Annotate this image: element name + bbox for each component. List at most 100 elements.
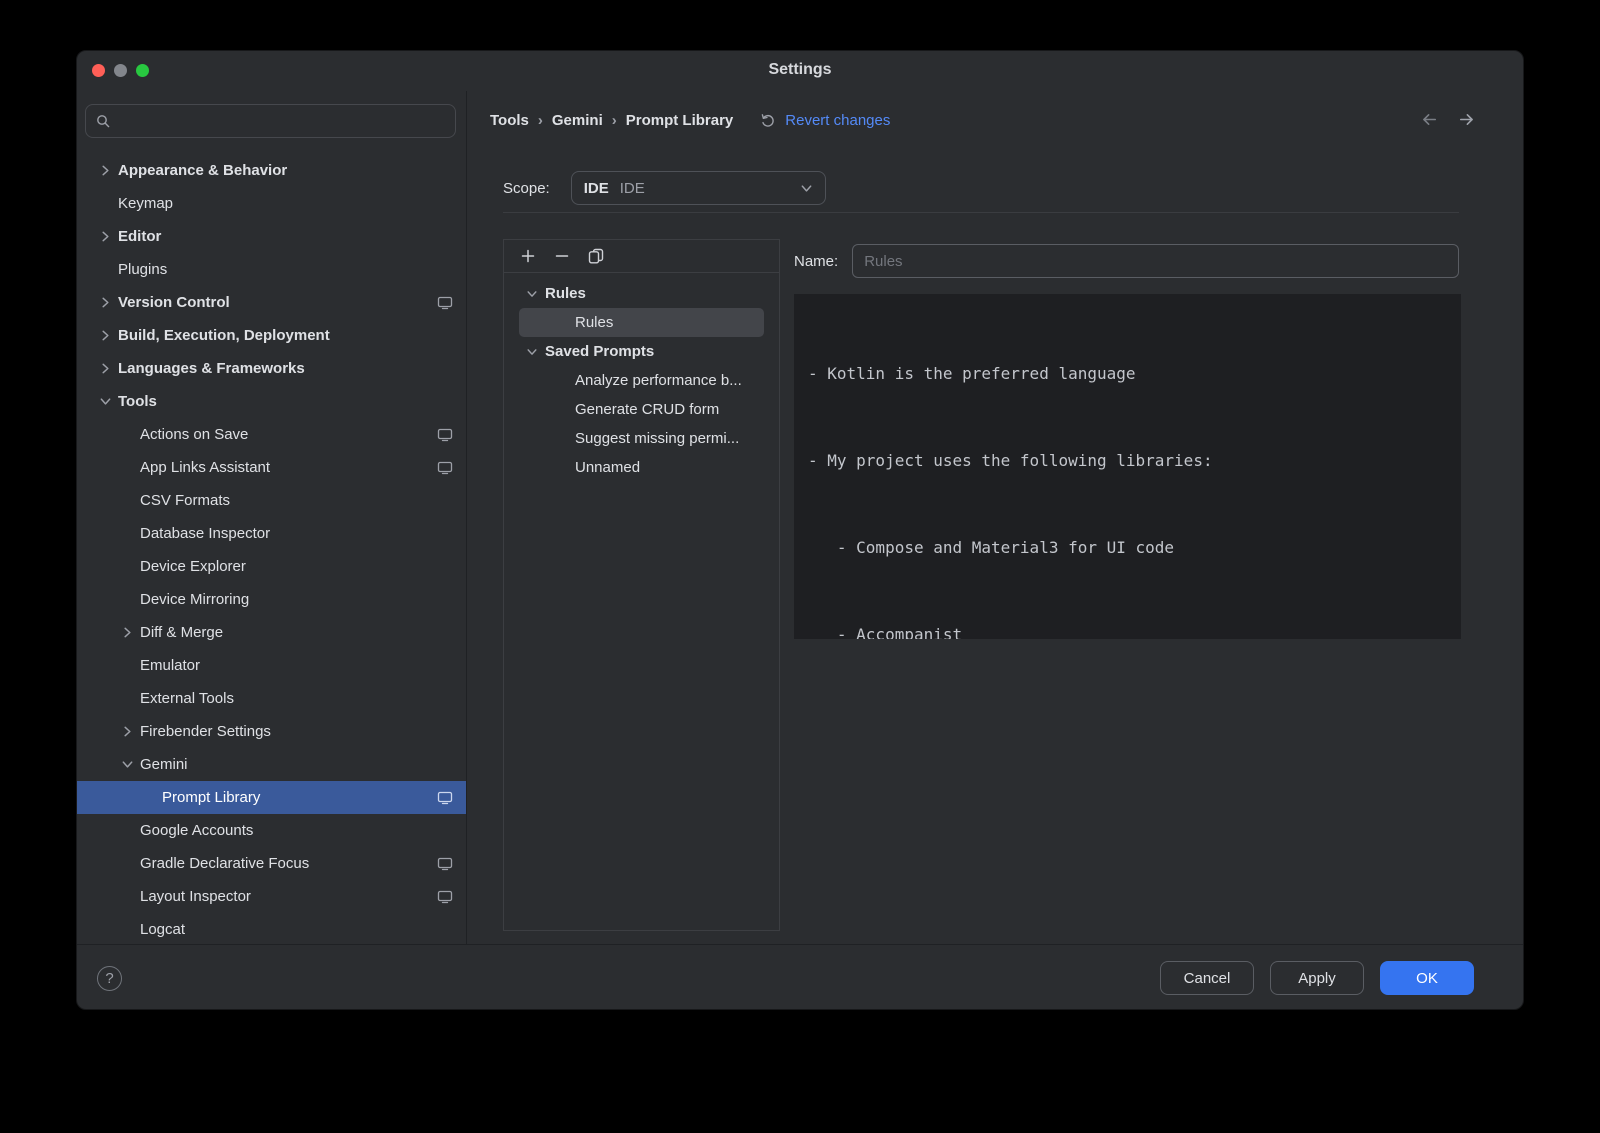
sidebar-item-label: Firebender Settings xyxy=(140,723,271,740)
chevron-right-icon[interactable] xyxy=(99,329,112,342)
duplicate-prompt-button[interactable] xyxy=(588,248,604,264)
sidebar-item-editor[interactable]: Editor xyxy=(77,220,466,253)
prompt-group-label: Saved Prompts xyxy=(545,343,654,360)
breadcrumb-tools[interactable]: Tools xyxy=(490,112,529,129)
sidebar-item-database-inspector[interactable]: Database Inspector xyxy=(77,517,466,550)
sidebar-item-label: Gradle Declarative Focus xyxy=(140,855,309,872)
window-title: Settings xyxy=(77,61,1523,79)
help-button[interactable]: ? xyxy=(97,966,122,991)
sidebar-item-app-links-assistant[interactable]: App Links Assistant xyxy=(77,451,466,484)
sidebar-item-appearance-behavior[interactable]: Appearance & Behavior xyxy=(77,154,466,187)
sidebar-item-tools[interactable]: Tools xyxy=(77,385,466,418)
apply-button[interactable]: Apply xyxy=(1270,961,1364,995)
cancel-button[interactable]: Cancel xyxy=(1160,961,1254,995)
settings-window: Settings Appearance & Behavior Keymap Ed… xyxy=(76,50,1524,1010)
chevron-down-icon[interactable] xyxy=(99,395,112,408)
prompt-text-editor[interactable]: - Kotlin is the preferred language - My … xyxy=(794,294,1461,639)
sidebar-item-label: Gemini xyxy=(140,756,188,773)
sidebar-item-label: Plugins xyxy=(118,261,167,278)
scope-value: IDE xyxy=(620,180,789,197)
sidebar-item-build-execution-deployment[interactable]: Build, Execution, Deployment xyxy=(77,319,466,352)
sidebar-item-gradle-declarative-focus[interactable]: Gradle Declarative Focus xyxy=(77,847,466,880)
breadcrumb-gemini[interactable]: Gemini xyxy=(552,112,603,129)
sidebar-item-label: Languages & Frameworks xyxy=(118,360,305,377)
sidebar-item-label: External Tools xyxy=(140,690,234,707)
breadcrumb-separator: › xyxy=(612,112,617,129)
scope-select[interactable]: IDE IDE xyxy=(571,171,826,205)
sidebar-item-keymap[interactable]: Keymap xyxy=(77,187,466,220)
back-arrow-icon[interactable] xyxy=(1421,111,1438,128)
history-navigation xyxy=(1421,111,1475,128)
breadcrumb: Tools › Gemini › Prompt Library Revert c… xyxy=(490,107,890,133)
sidebar-item-diff-merge[interactable]: Diff & Merge xyxy=(77,616,466,649)
forward-arrow-icon[interactable] xyxy=(1458,111,1475,128)
settings-main-panel: Tools › Gemini › Prompt Library Revert c… xyxy=(467,91,1523,944)
monitor-icon xyxy=(437,295,453,311)
prompt-item-label: Rules xyxy=(575,314,613,331)
sidebar-item-plugins[interactable]: Plugins xyxy=(77,253,466,286)
prompt-item-unnamed[interactable]: Unnamed xyxy=(519,453,764,482)
prompt-item-label: Unnamed xyxy=(575,459,640,476)
sidebar-item-label: Database Inspector xyxy=(140,525,270,542)
settings-search-field[interactable] xyxy=(85,104,456,138)
breadcrumb-prompt-library: Prompt Library xyxy=(626,112,734,129)
sidebar-item-logcat[interactable]: Logcat xyxy=(77,913,466,944)
sidebar-item-label: Device Mirroring xyxy=(140,591,249,608)
sidebar-item-layout-inspector[interactable]: Layout Inspector xyxy=(77,880,466,913)
revert-icon[interactable] xyxy=(760,112,776,128)
prompt-group-saved-prompts[interactable]: Saved Prompts xyxy=(519,337,764,366)
sidebar-item-google-accounts[interactable]: Google Accounts xyxy=(77,814,466,847)
sidebar-item-gemini[interactable]: Gemini xyxy=(77,748,466,781)
sidebar-item-languages-frameworks[interactable]: Languages & Frameworks xyxy=(77,352,466,385)
ok-button[interactable]: OK xyxy=(1380,961,1474,995)
search-input[interactable] xyxy=(118,113,446,130)
prompt-list-toolbar xyxy=(504,240,779,273)
sidebar-item-device-explorer[interactable]: Device Explorer xyxy=(77,550,466,583)
monitor-icon xyxy=(437,790,453,806)
sidebar-item-label: Diff & Merge xyxy=(140,624,223,641)
sidebar-item-actions-on-save[interactable]: Actions on Save xyxy=(77,418,466,451)
chevron-down-icon[interactable] xyxy=(526,288,538,300)
sidebar-item-label: Appearance & Behavior xyxy=(118,162,287,179)
sidebar-item-label: Build, Execution, Deployment xyxy=(118,327,330,344)
prompt-item-suggest-missing-permissions[interactable]: Suggest missing permi... xyxy=(519,424,764,453)
prompt-item-label: Analyze performance b... xyxy=(575,372,742,389)
prompt-item-generate-crud-form[interactable]: Generate CRUD form xyxy=(519,395,764,424)
chevron-right-icon[interactable] xyxy=(99,164,112,177)
sidebar-item-version-control[interactable]: Version Control xyxy=(77,286,466,319)
chevron-right-icon[interactable] xyxy=(99,362,112,375)
add-prompt-button[interactable] xyxy=(520,248,536,264)
sidebar-item-label: Tools xyxy=(118,393,157,410)
chevron-down-icon[interactable] xyxy=(526,346,538,358)
editor-line: - Kotlin is the preferred language xyxy=(808,359,1453,388)
sidebar-item-label: Logcat xyxy=(140,921,185,938)
prompt-item-analyze-performance[interactable]: Analyze performance b... xyxy=(519,366,764,395)
prompt-group-label: Rules xyxy=(545,285,586,302)
breadcrumb-separator: › xyxy=(538,112,543,129)
prompt-name-input[interactable] xyxy=(852,244,1459,278)
scope-label: Scope: xyxy=(503,180,550,197)
name-label: Name: xyxy=(794,253,838,270)
chevron-right-icon[interactable] xyxy=(121,626,134,639)
sidebar-item-emulator[interactable]: Emulator xyxy=(77,649,466,682)
sidebar-item-label: Editor xyxy=(118,228,161,245)
revert-changes-link[interactable]: Revert changes xyxy=(785,112,890,129)
scope-row: Scope: IDE IDE xyxy=(503,171,826,205)
sidebar-item-label: Google Accounts xyxy=(140,822,253,839)
dialog-footer: ? Cancel Apply OK xyxy=(77,944,1523,1009)
chevron-right-icon[interactable] xyxy=(99,296,112,309)
sidebar-item-csv-formats[interactable]: CSV Formats xyxy=(77,484,466,517)
chevron-right-icon[interactable] xyxy=(121,725,134,738)
prompt-item-label: Generate CRUD form xyxy=(575,401,719,418)
prompt-item-rules[interactable]: Rules xyxy=(519,308,764,337)
sidebar-item-prompt-library[interactable]: Prompt Library xyxy=(77,781,466,814)
monitor-icon xyxy=(437,427,453,443)
chevron-right-icon[interactable] xyxy=(99,230,112,243)
remove-prompt-button[interactable] xyxy=(554,248,570,264)
prompt-group-rules[interactable]: Rules xyxy=(519,279,764,308)
sidebar-item-external-tools[interactable]: External Tools xyxy=(77,682,466,715)
editor-line: - Compose and Material3 for UI code xyxy=(808,533,1453,562)
sidebar-item-device-mirroring[interactable]: Device Mirroring xyxy=(77,583,466,616)
sidebar-item-firebender-settings[interactable]: Firebender Settings xyxy=(77,715,466,748)
chevron-down-icon[interactable] xyxy=(121,758,134,771)
